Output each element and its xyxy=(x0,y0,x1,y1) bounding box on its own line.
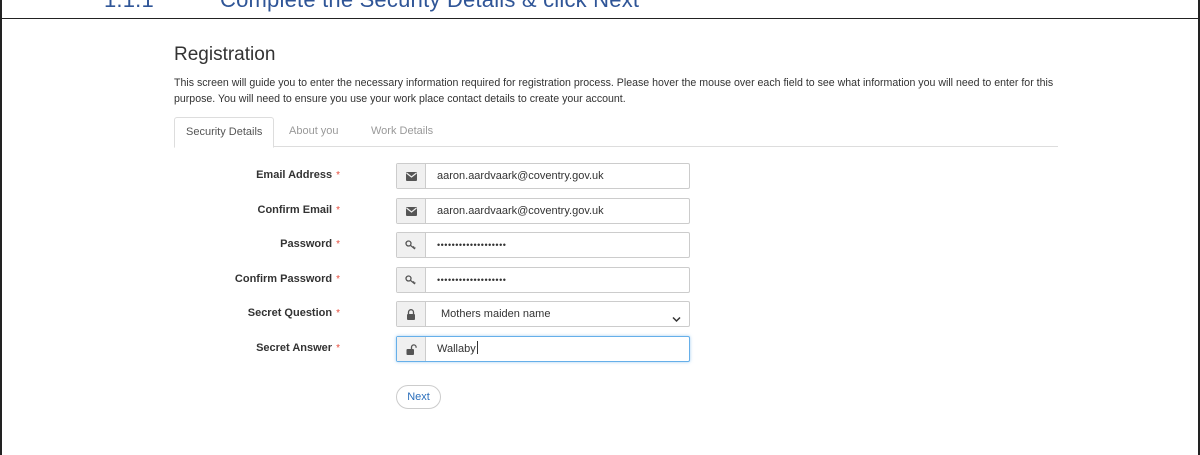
next-button[interactable]: Next xyxy=(396,385,441,409)
form-row-password: Password * ••••••••••••••••••• xyxy=(0,232,1200,258)
required-marker: * xyxy=(336,205,340,216)
confirm-email-label: Confirm Email * xyxy=(257,204,340,216)
secret-question-select[interactable]: Mothers maiden name xyxy=(427,302,689,326)
tab-about-you[interactable]: About you xyxy=(278,117,350,147)
secret-question-input-group: Mothers maiden name xyxy=(396,301,690,327)
tab-bar: Security Details About you Work Details xyxy=(174,117,1058,148)
envelope-icon xyxy=(397,199,426,223)
confirm-password-label: Confirm Password * xyxy=(234,273,340,285)
form-row-email: Email Address * aaron.aardvaark@coventry.… xyxy=(0,163,1200,189)
secret-answer-input-group: Wallaby xyxy=(396,336,690,362)
password-label: Password * xyxy=(280,238,340,250)
page-title: Registration xyxy=(174,44,276,65)
confirm-email-input-group: aaron.aardvaark@coventry.gov.uk xyxy=(396,198,690,224)
form-row-secret-answer: Secret Answer * Wallaby xyxy=(0,336,1200,362)
heading-rule xyxy=(0,18,1200,19)
required-marker: * xyxy=(336,308,340,319)
document-frame xyxy=(0,0,1200,455)
email-label: Email Address * xyxy=(256,169,340,181)
secret-answer-field[interactable]: Wallaby xyxy=(427,337,689,361)
heading-number: 1.1.1 xyxy=(104,0,220,13)
required-marker: * xyxy=(336,239,340,250)
key-icon xyxy=(397,268,426,292)
tab-security-details[interactable]: Security Details xyxy=(174,117,275,148)
document-heading: 1.1.1Complete the Security Details & cli… xyxy=(104,0,639,13)
text-cursor xyxy=(476,341,478,354)
heading-text: Complete the Security Details & click Ne… xyxy=(220,0,639,12)
page-description: This screen will guide you to enter the … xyxy=(174,77,1054,105)
tab-work-details[interactable]: Work Details xyxy=(360,117,444,147)
required-marker: * xyxy=(336,170,340,181)
email-field[interactable]: aaron.aardvaark@coventry.gov.uk xyxy=(427,164,689,188)
lock-icon xyxy=(397,302,426,326)
unlock-icon xyxy=(397,337,426,361)
form-row-confirm-password: Confirm Password * ••••••••••••••••••• xyxy=(0,267,1200,293)
chevron-down-icon xyxy=(672,310,681,328)
form-row-confirm-email: Confirm Email * aaron.aardvaark@coventry.… xyxy=(0,198,1200,224)
key-icon xyxy=(397,233,426,257)
confirm-password-field[interactable]: ••••••••••••••••••• xyxy=(427,268,689,292)
secret-question-label: Secret Question * xyxy=(247,307,340,319)
password-input-group: ••••••••••••••••••• xyxy=(396,232,690,258)
envelope-icon xyxy=(397,164,426,188)
email-input-group: aaron.aardvaark@coventry.gov.uk xyxy=(396,163,690,189)
required-marker: * xyxy=(336,343,340,354)
confirm-password-input-group: ••••••••••••••••••• xyxy=(396,267,690,293)
form-row-secret-question: Secret Question * Mothers maiden name xyxy=(0,301,1200,327)
secret-answer-label: Secret Answer * xyxy=(256,342,340,354)
confirm-email-field[interactable]: aaron.aardvaark@coventry.gov.uk xyxy=(427,199,689,223)
password-field[interactable]: ••••••••••••••••••• xyxy=(427,233,689,257)
required-marker: * xyxy=(336,274,340,285)
